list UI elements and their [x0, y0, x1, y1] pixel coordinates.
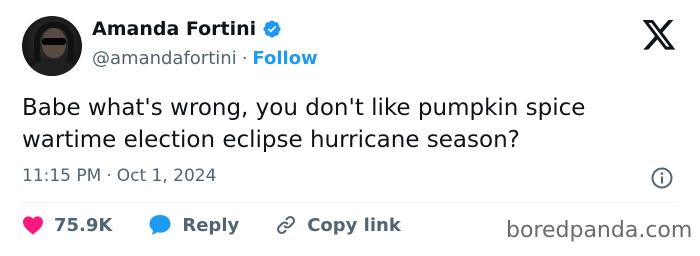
copy-link-button[interactable]: Copy link	[275, 214, 401, 236]
author-handle[interactable]: @amandafortini	[92, 48, 237, 69]
handle-row: @amandafortini · Follow	[92, 48, 318, 69]
like-button[interactable]: 75.9K	[22, 215, 112, 236]
tweet-date: Oct 1, 2024	[116, 166, 217, 186]
display-name[interactable]: Amanda Fortini	[92, 18, 256, 40]
tweet-text: Babe what's wrong, you don't like pumpki…	[22, 95, 586, 153]
verified-badge-icon	[263, 20, 281, 38]
avatar[interactable]	[22, 16, 82, 76]
author-name-row: Amanda Fortini	[92, 18, 282, 40]
heart-icon	[23, 216, 43, 235]
reply-bubble-icon	[149, 215, 171, 235]
like-count: 75.9K	[54, 214, 113, 236]
tweet-time: 11:15 PM	[22, 166, 102, 186]
tweet-timestamp[interactable]: 11:15 PM · Oct 1, 2024	[22, 166, 216, 186]
watermark: boredpanda.com	[506, 218, 693, 243]
reply-button[interactable]: Reply	[148, 214, 239, 236]
follow-button[interactable]: Follow	[252, 48, 317, 69]
x-logo-icon[interactable]	[642, 20, 676, 50]
action-bar: 75.9K Reply Copy link	[22, 214, 437, 236]
copy-link-label: Copy link	[307, 214, 401, 236]
divider	[22, 202, 678, 203]
reply-label: Reply	[182, 214, 240, 236]
info-icon[interactable]	[650, 166, 674, 190]
timestamp-separator: ·	[106, 166, 112, 186]
link-icon	[277, 216, 296, 234]
handle-separator: ·	[241, 48, 248, 69]
